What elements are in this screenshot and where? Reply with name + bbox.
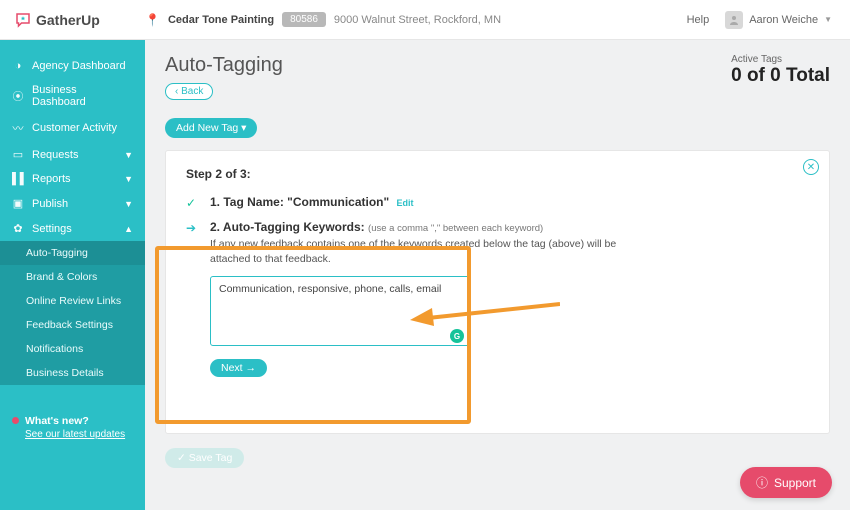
pin-icon: 📍 xyxy=(145,13,160,27)
step-2-row: ➔ 2. Auto-Tagging Keywords: (use a comma… xyxy=(186,220,809,377)
chat-star-icon xyxy=(14,11,32,29)
sidebar-sub-online-review-links[interactable]: Online Review Links xyxy=(0,289,145,313)
page-title: Auto-Tagging xyxy=(165,54,283,77)
user-menu[interactable]: Aaron Weiche ▼ xyxy=(725,11,832,29)
location-address: 9000 Walnut Street, Rockford, MN xyxy=(334,14,501,26)
support-label: Support xyxy=(774,476,816,490)
add-new-tag-button[interactable]: Add New Tag ▾ xyxy=(165,118,257,138)
active-tags-counter: Active Tags 0 of 0 Total xyxy=(731,54,830,87)
logo-wrap: GatherUp xyxy=(0,11,145,29)
gear-icon: ✿ xyxy=(12,222,24,235)
user-name: Aaron Weiche xyxy=(749,14,818,26)
tag-wizard-panel: ✕ Step 2 of 3: ✓ 1. Tag Name: "Communica… xyxy=(165,150,830,434)
brand-logo[interactable]: GatherUp xyxy=(14,11,100,29)
active-tags-value: 0 of 0 Total xyxy=(731,65,830,87)
keywords-input[interactable] xyxy=(210,276,470,346)
dashboard-icon: ◑ xyxy=(12,60,24,72)
step1-label: Tag Name: "Communication" xyxy=(223,195,389,209)
location-section[interactable]: 📍 Cedar Tone Painting 80586 9000 Walnut … xyxy=(145,12,501,27)
chevron-down-icon: ▼ xyxy=(124,174,133,184)
sidebar-item-requests[interactable]: ▭Requests▼ xyxy=(0,142,145,167)
sidebar-item-business-dashboard[interactable]: ⦿Business Dashboard xyxy=(0,78,145,114)
topbar: GatherUp 📍 Cedar Tone Painting 80586 900… xyxy=(0,0,850,40)
whats-new: What's new? See our latest updates xyxy=(0,415,145,440)
chevron-down-icon: ▼ xyxy=(124,150,133,160)
help-link[interactable]: Help xyxy=(687,14,710,26)
support-button[interactable]: ⓘ Support xyxy=(740,467,832,498)
sidebar: ◑Agency Dashboard ⦿Business Dashboard 〰C… xyxy=(0,40,145,510)
step2-desc: If any new feedback contains one of the … xyxy=(210,237,630,266)
chevron-down-icon: ▼ xyxy=(124,199,133,209)
sidebar-sub-auto-tagging[interactable]: Auto-Tagging xyxy=(0,241,145,265)
close-icon: ✕ xyxy=(807,162,815,173)
main-content: Auto-Tagging ‹ Back Active Tags 0 of 0 T… xyxy=(145,40,850,510)
step2-hint: (use a comma "," between each keyword) xyxy=(368,223,543,234)
whats-new-title: What's new? xyxy=(25,415,89,427)
check-icon: ✓ xyxy=(186,196,200,210)
sidebar-item-reports[interactable]: ▌▌Reports▼ xyxy=(0,167,145,191)
avatar-icon xyxy=(725,11,743,29)
step-1-row: ✓ 1. Tag Name: "Communication" Edit xyxy=(186,195,809,210)
sidebar-sub-notifications[interactable]: Notifications xyxy=(0,337,145,361)
chat-icon: ▭ xyxy=(12,148,24,161)
location-name: Cedar Tone Painting xyxy=(168,14,274,26)
sidebar-subgroup-settings: Auto-Tagging Brand & Colors Online Revie… xyxy=(0,241,145,385)
step2-label: Auto-Tagging Keywords: xyxy=(223,220,365,234)
sidebar-sub-business-details[interactable]: Business Details xyxy=(0,361,145,385)
chevron-up-icon: ▲ xyxy=(124,224,133,234)
sidebar-item-customer-activity[interactable]: 〰Customer Activity xyxy=(0,114,145,142)
notification-dot-icon xyxy=(12,417,19,424)
publish-icon: ▣ xyxy=(12,197,24,210)
whats-new-link[interactable]: See our latest updates xyxy=(25,429,133,440)
edit-step1-link[interactable]: Edit xyxy=(397,198,414,208)
caret-down-icon: ▼ xyxy=(824,15,832,24)
sidebar-item-agency-dashboard[interactable]: ◑Agency Dashboard xyxy=(0,54,145,78)
sidebar-item-settings[interactable]: ✿Settings▲ xyxy=(0,216,145,241)
brand-name: GatherUp xyxy=(36,12,100,28)
location-zip: 80586 xyxy=(282,12,326,27)
sidebar-sub-brand-colors[interactable]: Brand & Colors xyxy=(0,265,145,289)
pin-icon: ⦿ xyxy=(12,88,24,104)
help-circle-icon: ⓘ xyxy=(756,474,768,491)
close-button[interactable]: ✕ xyxy=(803,159,819,175)
back-button[interactable]: ‹ Back xyxy=(165,83,213,100)
activity-icon: 〰 xyxy=(12,120,24,136)
topbar-right: Help Aaron Weiche ▼ xyxy=(687,11,832,29)
active-tags-label: Active Tags xyxy=(731,54,830,65)
save-tag-button[interactable]: ✓ Save Tag xyxy=(165,448,244,468)
sidebar-sub-feedback-settings[interactable]: Feedback Settings xyxy=(0,313,145,337)
sidebar-item-publish[interactable]: ▣Publish▼ xyxy=(0,191,145,216)
step-header: Step 2 of 3: xyxy=(186,167,809,181)
arrow-right-icon: ➔ xyxy=(186,221,200,235)
next-button[interactable]: Next → xyxy=(210,359,267,377)
bars-icon: ▌▌ xyxy=(12,173,24,185)
